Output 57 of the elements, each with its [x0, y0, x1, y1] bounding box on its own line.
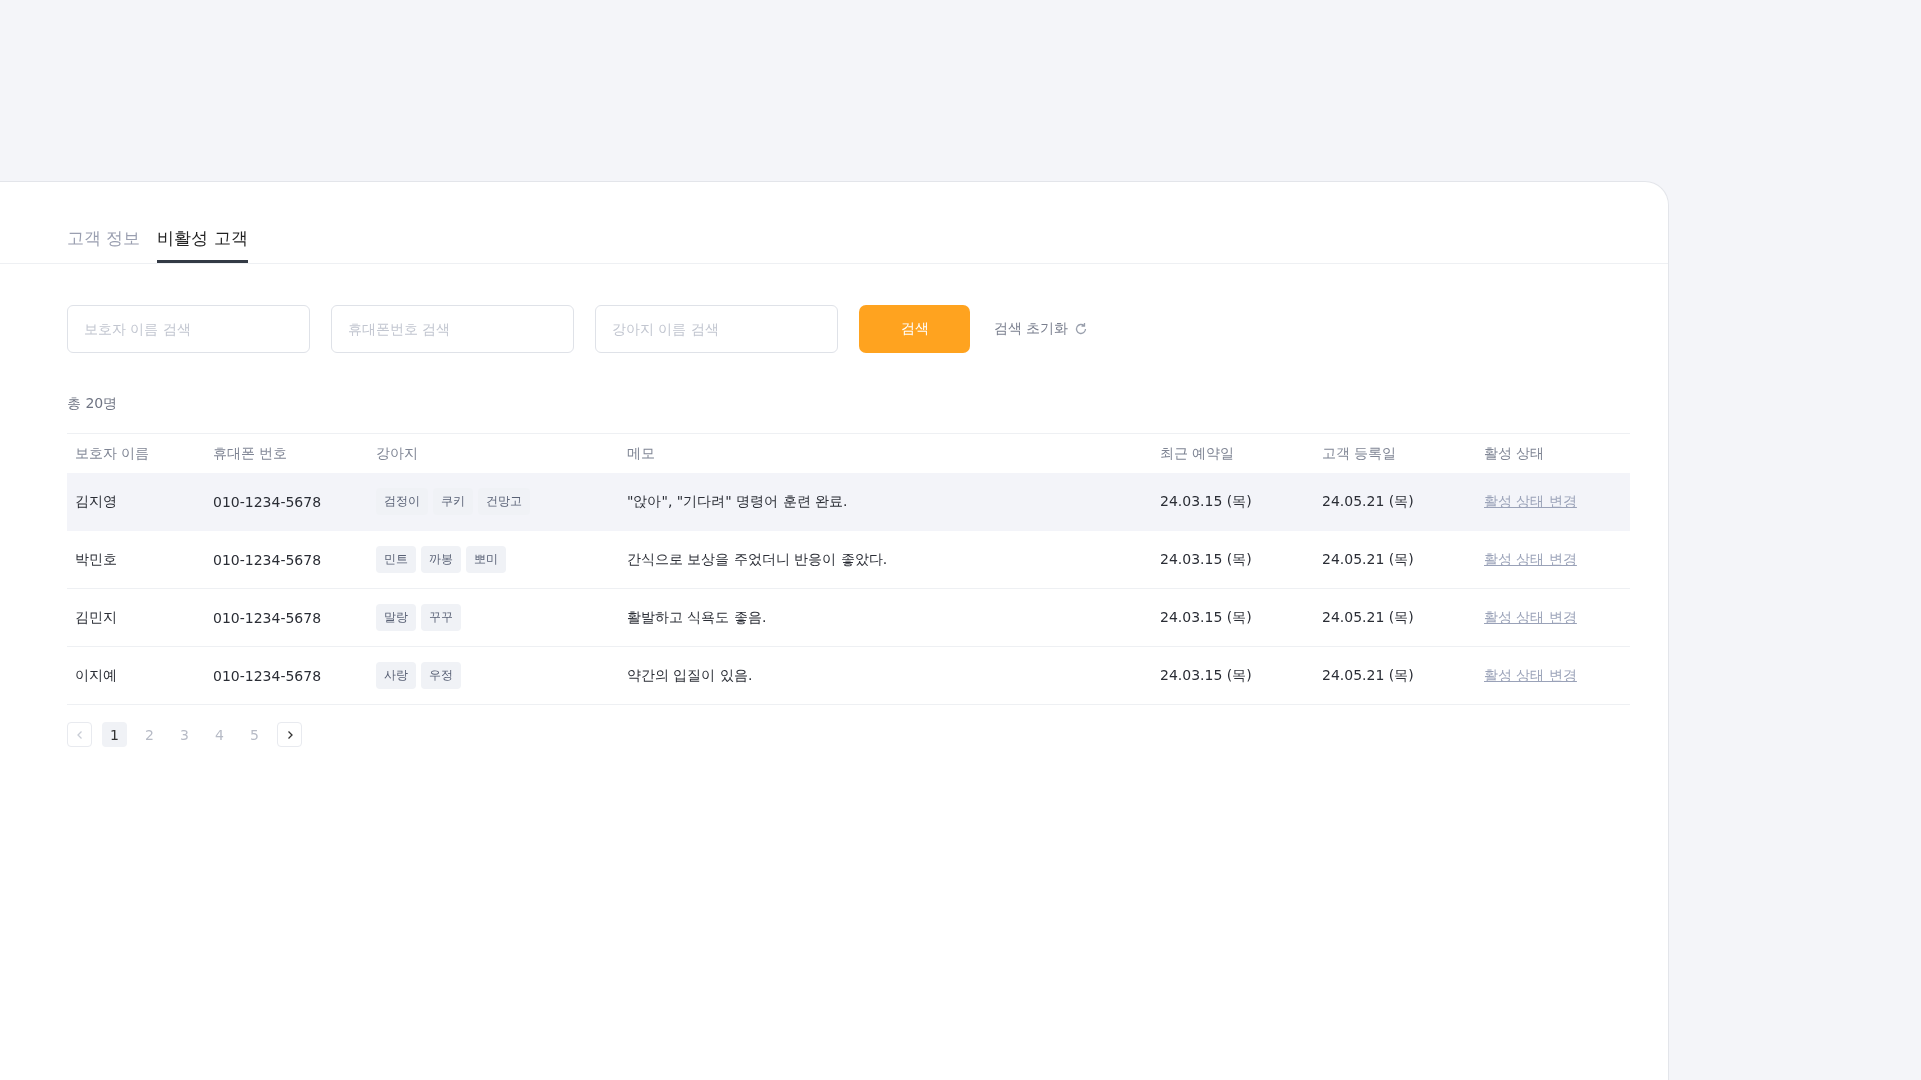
- tab[interactable]: 비활성 고객: [157, 227, 248, 263]
- dog-tag: 사랑: [376, 662, 416, 689]
- recent-date: 24.03.15 (목): [1152, 473, 1314, 531]
- total-count: 총 20명: [67, 395, 118, 413]
- dog-tag: 뽀미: [466, 546, 506, 573]
- registered-date: 24.05.21 (목): [1314, 588, 1476, 647]
- column-header: 최근 예약일: [1152, 433, 1314, 473]
- refresh-icon: [1074, 322, 1089, 336]
- column-header: 고객 등록일: [1314, 433, 1476, 473]
- search-field[interactable]: 휴대폰번호 검색: [331, 305, 574, 353]
- dog-tag: 말랑: [376, 604, 416, 631]
- memo: 약간의 입질이 있음.: [619, 646, 1152, 705]
- phone-number: 010-1234-5678: [205, 530, 368, 589]
- next-page-button[interactable]: [277, 722, 302, 747]
- column-header: 강아지: [368, 433, 619, 473]
- status-change-link[interactable]: 활성 상태 변경: [1484, 492, 1577, 511]
- guardian-name: 김지영: [67, 473, 205, 531]
- dog-tag: 우정: [421, 662, 461, 689]
- dog-tag: 민트: [376, 546, 416, 573]
- registered-date: 24.05.21 (목): [1314, 530, 1476, 589]
- table-row[interactable]: 박민호 010-1234-5678 민트 까봉 뽀미 간식으로 보상을 주었더니 반응이 좋았다. 24.03.15 (목) 24.05.21 (목) 활성 상태 변경: [67, 530, 1630, 589]
- reset-button[interactable]: 검색 초기화: [994, 320, 1089, 338]
- dog-tag: 까봉: [421, 546, 461, 573]
- page-button[interactable]: 5: [242, 722, 267, 747]
- status-change-link[interactable]: 활성 상태 변경: [1484, 666, 1577, 685]
- phone-number: 010-1234-5678: [205, 473, 368, 531]
- phone-number: 010-1234-5678: [205, 646, 368, 705]
- dog-tag: 꾸꾸: [421, 604, 461, 631]
- phone-number: 010-1234-5678: [205, 588, 368, 647]
- table-row[interactable]: 이지예 010-1234-5678 사랑 우정 약간의 입질이 있음. 24.03.15 (목) 24.05.21 (목) 활성 상태 변경: [67, 646, 1630, 705]
- search-field[interactable]: 강아지 이름 검색: [595, 305, 838, 353]
- table-row[interactable]: 김민지 010-1234-5678 말랑 꾸꾸 활발하고 식욕도 좋음. 24.03.15 (목) 24.05.21 (목) 활성 상태 변경: [67, 588, 1630, 647]
- search-button[interactable]: 검색: [859, 305, 970, 353]
- column-header: 휴대폰 번호: [205, 433, 368, 473]
- page-button[interactable]: 3: [172, 722, 197, 747]
- registered-date: 24.05.21 (목): [1314, 473, 1476, 531]
- page-button[interactable]: 2: [137, 722, 162, 747]
- table-row[interactable]: 김지영 010-1234-5678 검정이 쿠키 건망고 "앉아", "기다려" 명령어 훈련 완료. 24.03.15 (목) 24.05.21 (목) 활성 상태 변경: [67, 473, 1630, 531]
- status-change-link[interactable]: 활성 상태 변경: [1484, 550, 1577, 569]
- recent-date: 24.03.15 (목): [1152, 646, 1314, 705]
- status-change-link[interactable]: 활성 상태 변경: [1484, 608, 1577, 627]
- guardian-name: 김민지: [67, 588, 205, 647]
- registered-date: 24.05.21 (목): [1314, 646, 1476, 705]
- memo: 활발하고 식욕도 좋음.: [619, 588, 1152, 647]
- recent-date: 24.03.15 (목): [1152, 588, 1314, 647]
- guardian-name: 이지예: [67, 646, 205, 705]
- search-field[interactable]: 보호자 이름 검색: [67, 305, 310, 353]
- memo: "앉아", "기다려" 명령어 훈련 완료.: [619, 473, 1152, 531]
- recent-date: 24.03.15 (목): [1152, 530, 1314, 589]
- memo: 간식으로 보상을 주었더니 반응이 좋았다.: [619, 530, 1152, 589]
- column-header: 활성 상태: [1476, 433, 1630, 473]
- page-button[interactable]: 1: [102, 722, 127, 747]
- column-header: 보호자 이름: [67, 433, 205, 473]
- guardian-name: 박민호: [67, 530, 205, 589]
- column-header: 메모: [619, 433, 1152, 473]
- tab[interactable]: 고객 정보: [67, 227, 141, 263]
- page-button[interactable]: 4: [207, 722, 232, 747]
